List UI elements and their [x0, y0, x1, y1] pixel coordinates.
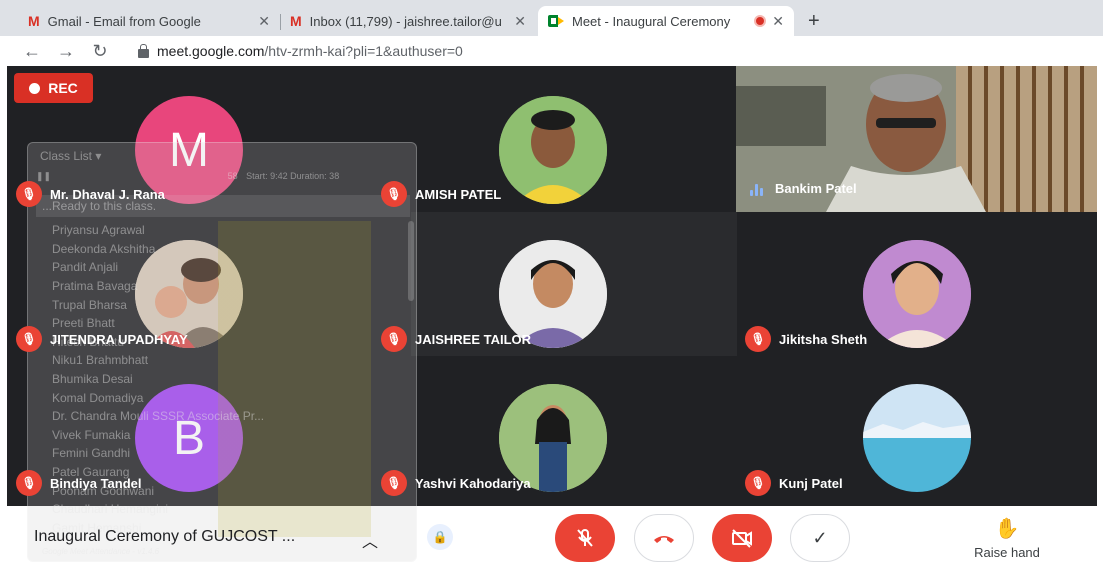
- raise-hand-button[interactable]: ✋ Raise hand: [962, 516, 1052, 560]
- list-item[interactable]: Deekonda Akshitha: [36, 239, 400, 259]
- browser-tab-bar: M Gmail - Email from Google ✕ M Inbox (1…: [0, 0, 1103, 40]
- panel-footer: Google Meet Attendance - v1.4.6: [42, 547, 160, 556]
- participant-label: 🎙 Mr. Dhaval J. Rana: [16, 181, 165, 207]
- participant-name: Mr. Dhaval J. Rana: [50, 186, 165, 202]
- camera-toggle-button[interactable]: [712, 514, 772, 562]
- list-item[interactable]: Pandit Anjali: [36, 258, 400, 277]
- url-host: meet.google.com: [157, 43, 265, 59]
- tab-inbox[interactable]: M Inbox (11,799) - jaishree.tailor@u ✕: [280, 6, 536, 36]
- hand-icon: ✋: [994, 518, 1020, 540]
- leave-call-button[interactable]: [634, 514, 694, 562]
- checkmark-icon: ✓: [812, 527, 828, 548]
- list-item[interactable]: Trupal Bharsa: [36, 295, 400, 314]
- mic-off-icon: 🎙: [381, 470, 407, 496]
- list-item[interactable]: Priyansu Agrawal: [36, 221, 400, 240]
- mic-off-icon: 🎙: [16, 326, 42, 352]
- url-field[interactable]: meet.google.com/htv-zrmh-kai?pli=1&authu…: [157, 43, 463, 59]
- rec-label: REC: [48, 80, 78, 96]
- speaking-indicator-icon: [750, 182, 763, 196]
- close-tab-icon[interactable]: ✕: [514, 13, 526, 30]
- forward-arrow-icon[interactable]: →: [52, 41, 80, 62]
- new-tab-button[interactable]: +: [808, 10, 820, 33]
- list-item[interactable]: Niku1 Brahmbhatt: [36, 351, 400, 370]
- attendance-check-button[interactable]: ✓: [790, 514, 850, 562]
- participant-label: 🎙 AMISH PATEL: [381, 181, 501, 207]
- pause-icon[interactable]: ❚❚: [36, 171, 51, 181]
- list-item[interactable]: Dr. Chandra Mouli SSSR Associate Pr...: [36, 406, 400, 426]
- meeting-title[interactable]: Inaugural Ceremony of GUJCOST ...: [34, 528, 295, 546]
- amish-photo: [499, 96, 607, 204]
- chevron-up-icon[interactable]: ︿: [362, 528, 378, 552]
- mic-toggle-button[interactable]: [555, 514, 615, 562]
- participant-name: AMISH PATEL: [415, 186, 502, 202]
- kunj-photo: [863, 384, 971, 492]
- avatar-amish: [499, 96, 607, 204]
- tab-meet[interactable]: Meet - Inaugural Ceremony ✕: [538, 6, 794, 36]
- participant-label: 🎙 Kunj Patel: [745, 470, 843, 496]
- participant-label: 🎙 Bindiya Tandel: [16, 470, 142, 496]
- back-arrow-icon[interactable]: ←: [18, 41, 46, 62]
- session-info: Start: 9:42 Duration: 38: [246, 171, 340, 181]
- panel-title: Class List: [40, 149, 93, 163]
- mic-off-icon: 🎙: [16, 470, 42, 496]
- recording-icon: [754, 15, 767, 27]
- avatar-jikitsha: [863, 240, 971, 348]
- meet-icon: [548, 15, 564, 27]
- list-item[interactable]: Komal Domadiya: [36, 388, 400, 407]
- chevron-down-icon: ▾: [95, 149, 102, 163]
- lock-icon[interactable]: [138, 43, 149, 58]
- gmail-icon: M: [290, 13, 302, 29]
- close-tab-icon[interactable]: ✕: [772, 13, 784, 30]
- avatar-kunj: [863, 384, 971, 492]
- hang-up-icon: [654, 536, 674, 543]
- tab-gmail[interactable]: M Gmail - Email from Google ✕: [18, 6, 280, 36]
- address-bar: ← → ↻ meet.google.com/htv-zrmh-kai?pli=1…: [0, 36, 1103, 66]
- list-item[interactable]: Bhumika Desai: [36, 369, 400, 389]
- count-badge: 58: [227, 171, 238, 181]
- camera-off-icon: [732, 529, 752, 548]
- meet-stage: M REC Class List ▾ ❚❚ 58 Start: 9:42 Dur…: [0, 66, 1103, 572]
- recording-badge: REC: [14, 73, 93, 103]
- shield-lock-icon[interactable]: 🔒: [427, 524, 453, 550]
- participant-name: JAISHREE TAILOR: [415, 331, 532, 347]
- participant-label: 🎙 Yashvi Kahodariya: [381, 470, 531, 496]
- participant-label: Bankim Patel: [750, 181, 857, 196]
- participant-name: Bindiya Tandel: [50, 475, 142, 491]
- participant-label: 🎙 Jikitsha Sheth: [745, 326, 867, 352]
- panel-header[interactable]: Class List ▾: [40, 149, 101, 163]
- participant-name: Jikitsha Sheth: [779, 331, 868, 347]
- mic-off-icon: 🎙: [16, 181, 42, 207]
- list-item[interactable]: Pratima Bavaga: [36, 276, 400, 296]
- participant-name: Kunj Patel: [779, 475, 843, 491]
- participant-name: Yashvi Kahodariya: [415, 475, 531, 491]
- screen: M Gmail - Email from Google ✕ M Inbox (1…: [0, 0, 1103, 572]
- participant-name: Bankim Patel: [775, 181, 857, 196]
- mic-off-icon: 🎙: [381, 326, 407, 352]
- jikitsha-photo: [863, 240, 971, 348]
- mic-off-icon: 🎙: [745, 326, 771, 352]
- mic-off-icon: 🎙: [745, 470, 771, 496]
- tab-title: Inbox (11,799) - jaishree.tailor@u: [309, 13, 502, 29]
- list-item[interactable]: Femini Gandhi: [36, 444, 400, 463]
- reload-icon[interactable]: ↻: [86, 41, 114, 62]
- url-path: /htv-zrmh-kai?pli=1&authuser=0: [264, 43, 463, 59]
- participant-name: JITENDRA UPADHYAY: [50, 331, 188, 347]
- tab-title: Meet - Inaugural Ceremony: [572, 13, 731, 29]
- mic-off-icon: [577, 529, 593, 547]
- close-tab-icon[interactable]: ✕: [258, 13, 270, 30]
- list-item[interactable]: Chaudhari Hemangini: [36, 499, 400, 519]
- record-dot-icon: [29, 82, 41, 94]
- mic-off-icon: 🎙: [381, 181, 407, 207]
- gmail-icon: M: [28, 13, 40, 29]
- list-item[interactable]: Vivek Fumakia: [36, 425, 400, 445]
- raise-hand-label: Raise hand: [974, 545, 1040, 560]
- panel-scrollbar[interactable]: [408, 221, 414, 301]
- participant-label: 🎙 JAISHREE TAILOR: [381, 326, 531, 352]
- tab-title: Gmail - Email from Google: [47, 13, 201, 29]
- participant-label: 🎙 JITENDRA UPADHYAY: [16, 326, 188, 352]
